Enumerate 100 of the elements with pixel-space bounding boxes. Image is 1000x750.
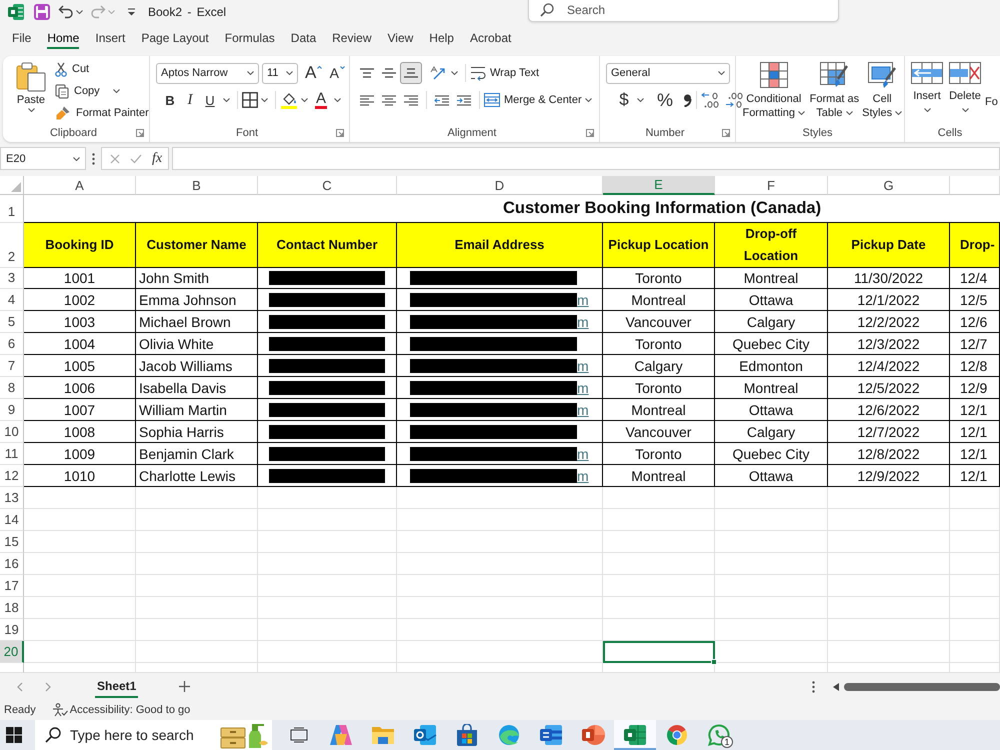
- format-as-table-button[interactable]: Format as Table: [808, 60, 860, 120]
- fill-color-icon[interactable]: [280, 91, 298, 109]
- empty-cell[interactable]: [950, 531, 1000, 553]
- empty-cell[interactable]: [715, 531, 828, 553]
- empty-cell[interactable]: [397, 509, 603, 531]
- insert-function-button[interactable]: fx: [152, 150, 162, 166]
- accessibility-status[interactable]: Accessibility: Good to go: [70, 704, 190, 716]
- empty-cell[interactable]: [950, 597, 1000, 619]
- dialog-launcher-icon[interactable]: [336, 129, 344, 137]
- align-center-icon[interactable]: [381, 94, 397, 106]
- empty-cell[interactable]: [603, 597, 715, 619]
- empty-cell[interactable]: [603, 487, 715, 509]
- empty-cell[interactable]: [24, 575, 136, 597]
- empty-cell[interactable]: [397, 553, 603, 575]
- empty-cell[interactable]: [136, 575, 258, 597]
- empty-cell[interactable]: [258, 575, 397, 597]
- empty-cell[interactable]: [828, 641, 950, 663]
- empty-cell[interactable]: [715, 597, 828, 619]
- sheet-tab[interactable]: Sheet1: [95, 676, 138, 698]
- align-left-icon[interactable]: [359, 94, 375, 106]
- empty-cell[interactable]: [828, 619, 950, 641]
- email-link[interactable]: m: [577, 468, 589, 484]
- increase-decimal-icon[interactable]: [701, 92, 719, 108]
- row-header[interactable]: 13: [0, 487, 24, 509]
- empty-cell[interactable]: [397, 575, 603, 597]
- email-link[interactable]: m: [577, 292, 589, 308]
- email-link[interactable]: m: [577, 314, 589, 330]
- email-link[interactable]: m: [577, 402, 589, 418]
- widget-picture[interactable]: [218, 720, 272, 750]
- row-header[interactable]: 4: [0, 289, 24, 311]
- empty-cell[interactable]: [715, 509, 828, 531]
- row-header[interactable]: 6: [0, 333, 24, 355]
- dialog-launcher-icon[interactable]: [722, 129, 730, 137]
- row-header[interactable]: 3: [0, 267, 24, 289]
- scrollbar-thumb[interactable]: [844, 682, 1000, 690]
- empty-cell[interactable]: [828, 597, 950, 619]
- save-icon[interactable]: [34, 4, 50, 20]
- empty-cell[interactable]: [603, 575, 715, 597]
- column-header[interactable]: B: [136, 176, 258, 195]
- next-sheet-icon[interactable]: [45, 682, 51, 692]
- decrease-font-size-button[interactable]: A: [327, 62, 348, 84]
- empty-cell[interactable]: [258, 597, 397, 619]
- taskbar-button[interactable]: 1: [698, 720, 740, 750]
- caret-icon[interactable]: [76, 10, 83, 14]
- caret-icon[interactable]: [301, 98, 308, 102]
- number-format-dropdown[interactable]: General: [606, 62, 730, 84]
- row-header[interactable]: 5: [0, 311, 24, 333]
- menu-tab[interactable]: Insert: [95, 29, 126, 49]
- empty-cell[interactable]: [136, 509, 258, 531]
- decrease-decimal-icon[interactable]: [725, 92, 743, 108]
- font-size-dropdown[interactable]: 11: [262, 62, 298, 84]
- empty-cell[interactable]: [603, 509, 715, 531]
- format-painter-button[interactable]: Format Painter: [55, 102, 149, 124]
- select-all-icon[interactable]: [11, 182, 21, 192]
- caret-icon[interactable]: [451, 71, 458, 75]
- row-header[interactable]: 8: [0, 377, 24, 399]
- add-sheet-icon[interactable]: [179, 681, 190, 692]
- insert-button[interactable]: Insert: [909, 62, 945, 112]
- customize-menu-icon[interactable]: [127, 8, 136, 16]
- formula-input[interactable]: [172, 147, 1000, 170]
- undo-icon[interactable]: [58, 5, 74, 19]
- empty-cell[interactable]: [24, 531, 136, 553]
- row-header[interactable]: 11: [0, 443, 24, 465]
- increase-font-size-button[interactable]: A: [303, 62, 324, 84]
- menu-tab[interactable]: Home: [47, 29, 80, 49]
- increase-indent-icon[interactable]: [456, 94, 472, 106]
- column-header[interactable]: [950, 176, 1000, 195]
- row-header[interactable]: 10: [0, 421, 24, 443]
- cell-styles-button[interactable]: Cell Styles: [860, 60, 904, 120]
- selected-cell[interactable]: [603, 641, 715, 663]
- more-options-icon[interactable]: [92, 152, 95, 164]
- empty-cell[interactable]: [24, 487, 136, 509]
- empty-cell[interactable]: [828, 509, 950, 531]
- empty-cell[interactable]: [715, 619, 828, 641]
- email-link[interactable]: m: [577, 380, 589, 396]
- empty-cell[interactable]: [397, 531, 603, 553]
- decrease-indent-icon[interactable]: [434, 94, 450, 106]
- empty-cell[interactable]: [397, 641, 603, 663]
- more-options-icon[interactable]: [812, 680, 815, 692]
- column-header[interactable]: F: [715, 176, 828, 195]
- caret-icon[interactable]: [584, 98, 592, 102]
- fill-handle[interactable]: [711, 659, 717, 665]
- copy-button[interactable]: Copy: [55, 80, 149, 102]
- caret-icon[interactable]: [637, 98, 644, 102]
- font-name-dropdown[interactable]: Aptos Narrow: [156, 62, 259, 84]
- comma-style-icon[interactable]: [683, 94, 692, 106]
- caret-icon[interactable]: [223, 98, 230, 102]
- empty-cell[interactable]: [397, 487, 603, 509]
- empty-cell[interactable]: [828, 575, 950, 597]
- empty-cell[interactable]: [397, 619, 603, 641]
- empty-cell[interactable]: [24, 553, 136, 575]
- empty-cell[interactable]: [950, 487, 1000, 509]
- dialog-launcher-icon[interactable]: [586, 129, 594, 137]
- row-header[interactable]: 7: [0, 355, 24, 377]
- empty-cell[interactable]: [828, 553, 950, 575]
- empty-cell[interactable]: [715, 575, 828, 597]
- empty-cell[interactable]: [136, 531, 258, 553]
- row-header[interactable]: 14: [0, 509, 24, 531]
- scroll-left-icon[interactable]: [833, 682, 839, 690]
- previous-sheet-icon[interactable]: [17, 682, 23, 692]
